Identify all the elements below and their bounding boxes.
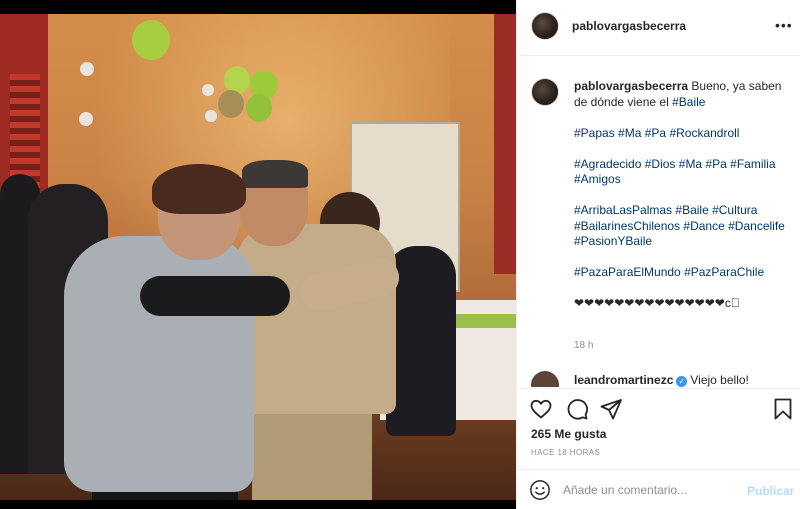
hashtag[interactable]: #Rockandroll — [669, 126, 739, 140]
hashtag[interactable]: #Ma — [618, 126, 641, 140]
dance-photo-scene — [0, 14, 516, 500]
heart-icon[interactable] — [529, 397, 553, 421]
caption-avatar[interactable] — [531, 78, 559, 106]
verified-badge-icon: ✓ — [676, 376, 688, 387]
bookmark-icon[interactable] — [771, 397, 795, 421]
hashtag[interactable]: #Dance — [683, 219, 724, 233]
post-date[interactable]: HACE 18 HORAS — [531, 448, 600, 457]
hashtag[interactable]: #Pa — [645, 126, 666, 140]
reply-avatar[interactable] — [531, 371, 559, 387]
like-count[interactable]: 265 Me gusta — [531, 427, 606, 441]
caption-timestamp[interactable]: 18 h — [574, 340, 593, 351]
emoji-icon[interactable] — [529, 479, 551, 501]
instagram-post-modal: pablovargasbecerra ••• pablovargasbecerr… — [0, 0, 800, 509]
comment-reply: leandromartinezc ✓ Viejo bello! — [574, 373, 749, 387]
comment-icon[interactable] — [565, 397, 589, 421]
hashtag[interactable]: #Cultura — [712, 203, 757, 217]
post-actions: 265 Me gusta HACE 18 HORAS — [517, 388, 800, 468]
hashtag[interactable]: #ArribaLasPalmas — [574, 203, 672, 217]
publish-button[interactable]: Publicar — [747, 484, 794, 498]
share-icon[interactable] — [599, 397, 623, 421]
caption-username[interactable]: pablovargasbecerra — [574, 79, 688, 93]
hashtag[interactable]: #Dancelife — [728, 219, 785, 233]
hashtag[interactable]: #Agradecido — [574, 157, 641, 171]
hashtag[interactable]: #Amigos — [574, 172, 621, 186]
hashtag[interactable]: #Dios — [645, 157, 676, 171]
hashtag-block-2: #Agradecido #Dios #Ma #Pa #Familia #Amig… — [574, 157, 794, 188]
hashtag-block-4: #PazaParaElMundo #PazParaChile — [574, 265, 794, 281]
hashtag[interactable]: #Baile — [672, 95, 705, 109]
hashtag-block-1: #Papas #Ma #Pa #Rockandroll — [574, 126, 794, 142]
hashtag[interactable]: #Ma — [679, 157, 702, 171]
hashtag[interactable]: #PasionYBaile — [574, 234, 652, 248]
hashtag[interactable]: #BailarinesChilenos — [574, 219, 680, 233]
comments-section: pablovargasbecerra Bueno, ya saben de dó… — [517, 57, 800, 387]
post-side-panel: pablovargasbecerra ••• pablovargasbecerr… — [516, 0, 800, 509]
post-header: pablovargasbecerra ••• — [517, 0, 800, 56]
caption-hearts: ❤❤❤❤❤❤❤❤❤❤❤❤❤❤❤c⃣ — [574, 296, 740, 310]
reply-username[interactable]: leandromartinezc — [574, 373, 673, 387]
hashtag[interactable]: #PazParaChile — [684, 265, 764, 279]
hashtag[interactable]: #Baile — [675, 203, 708, 217]
post-caption: pablovargasbecerra Bueno, ya saben de dó… — [574, 79, 794, 312]
hashtag[interactable]: #PazaParaElMundo — [574, 265, 681, 279]
hashtag[interactable]: #Familia — [730, 157, 775, 171]
more-icon[interactable]: ••• — [775, 17, 793, 33]
author-username[interactable]: pablovargasbecerra — [572, 19, 686, 33]
reply-text: Viejo bello! — [690, 373, 749, 387]
hashtag-block-3: #ArribaLasPalmas #Baile #Cultura #Bailar… — [574, 203, 794, 250]
post-photo[interactable] — [0, 0, 516, 509]
add-comment-bar: Publicar — [517, 469, 800, 509]
hashtag[interactable]: #Pa — [705, 157, 726, 171]
avatar[interactable] — [531, 12, 559, 40]
comment-input[interactable] — [563, 481, 743, 499]
hashtag[interactable]: #Papas — [574, 126, 615, 140]
